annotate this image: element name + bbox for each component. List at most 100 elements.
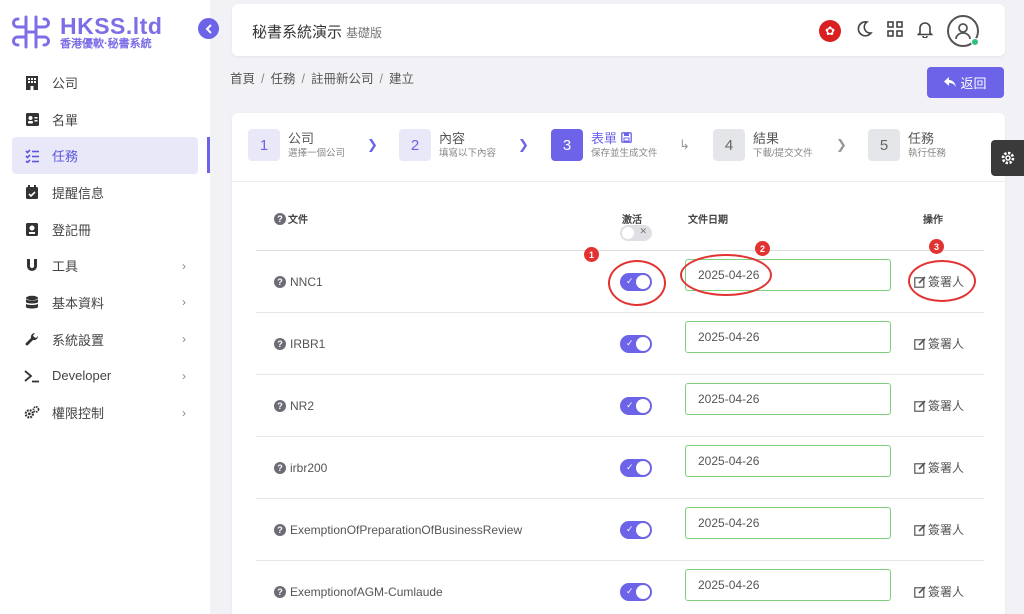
sidebar-item-label: Developer — [52, 368, 112, 384]
step-subtitle: 填寫以下內容 — [439, 147, 497, 159]
file-name: NR2 — [290, 399, 315, 413]
back-button[interactable]: 返回 — [927, 67, 1004, 98]
column-header-operation: 操作 — [923, 215, 943, 226]
column-header-file-label: 文件 — [288, 215, 308, 226]
edit-icon — [914, 461, 926, 474]
stepper: 1 公司 選擇一個公司 ❯ 2 內容 填寫以下內容 ❯ 3 表單 保存並生成文件 ↳… — [248, 129, 988, 165]
sidebar-item-permissions[interactable]: 權限控制 › — [0, 394, 210, 431]
help-icon[interactable]: ? — [274, 586, 286, 598]
help-icon[interactable]: ? — [274, 524, 286, 536]
brand-title: HKSS.ltd — [60, 12, 163, 39]
settings-button[interactable] — [991, 140, 1024, 176]
chevron-right-icon: ❯ — [518, 137, 529, 152]
document-date-input[interactable]: 2025-04-26 — [685, 569, 891, 601]
active-toggle[interactable]: ✓ — [620, 459, 652, 477]
sidebar-item-reminders[interactable]: 提醒信息 — [0, 174, 210, 211]
toggle-all-switch[interactable]: ✕ — [620, 225, 652, 241]
chevron-right-icon: ❯ — [367, 137, 378, 152]
active-toggle[interactable]: ✓ — [620, 397, 652, 415]
sidebar-item-system-settings[interactable]: 系統設置 › — [0, 321, 210, 358]
step-subtitle: 執行任務 — [908, 147, 947, 159]
edit-icon — [914, 585, 926, 598]
signer-button-label: 簽署人 — [928, 461, 965, 475]
chevron-right-icon: › — [182, 332, 186, 347]
hk-flag-icon[interactable]: ✿ — [819, 20, 841, 42]
active-toggle[interactable]: ✓ — [620, 521, 652, 539]
edition-label: 基礎版 — [346, 26, 383, 40]
step-2[interactable]: 2 內容 填寫以下內容 — [399, 129, 496, 161]
step-title: 公司 — [288, 130, 315, 146]
document-date-input[interactable]: 2025-04-26 — [685, 383, 891, 415]
active-toggle[interactable]: ✓ — [620, 335, 652, 353]
step-5[interactable]: 5 任務 執行任務 — [868, 129, 946, 161]
step-number: 1 — [248, 129, 280, 161]
signer-button[interactable]: 簽署人 — [914, 397, 964, 414]
moon-icon[interactable] — [855, 20, 873, 43]
chevron-right-icon: ❯ — [836, 137, 847, 152]
help-icon[interactable]: ? — [274, 276, 286, 288]
signer-button[interactable]: 簽署人 — [914, 335, 964, 352]
breadcrumb-register-company[interactable]: 註冊新公司 — [311, 72, 374, 86]
file-name: ExemptionofAGM-Cumlaude — [290, 585, 443, 599]
signer-button[interactable]: 簽署人 — [914, 583, 964, 600]
step-title: 結果 — [753, 130, 780, 146]
signer-button-label: 簽署人 — [928, 399, 965, 413]
signer-button[interactable]: 簽署人 — [914, 521, 964, 538]
step-title: 內容 — [439, 130, 466, 146]
sidebar-item-label: 提醒信息 — [52, 185, 105, 201]
step-number: 4 — [713, 129, 745, 161]
register-book-icon — [24, 221, 40, 237]
calendar-icon — [24, 184, 40, 200]
document-date-input[interactable]: 2025-04-26 — [685, 507, 891, 539]
user-avatar-icon[interactable] — [947, 15, 979, 47]
breadcrumb-home[interactable]: 首頁 — [230, 72, 255, 86]
step-number: 2 — [399, 129, 431, 161]
step-number: 3 — [551, 129, 583, 161]
brand-logo[interactable]: HKSS.ltd 香港優軟·秘書系統 — [10, 10, 162, 54]
sidebar-item-label: 工具 — [52, 259, 79, 275]
sidebar-item-label: 系統設置 — [52, 332, 105, 348]
help-icon[interactable]: ? — [274, 462, 286, 474]
annotation-circle-2 — [680, 254, 772, 296]
help-icon[interactable]: ? — [274, 338, 286, 350]
sidebar-item-tasks[interactable]: 任務 — [12, 137, 210, 175]
table-row: ? NR2 ✓ 2025-04-26 簽署人 — [256, 375, 984, 437]
document-date-input[interactable]: 2025-04-26 — [685, 321, 891, 353]
edit-icon — [914, 337, 926, 350]
sidebar-item-register[interactable]: 登記冊 — [0, 211, 210, 248]
signer-button[interactable]: 簽署人 — [914, 459, 964, 476]
back-button-label: 返回 — [960, 76, 987, 91]
sidebar-item-developer[interactable]: Developer › — [0, 358, 210, 395]
sidebar-item-company[interactable]: 公司 — [0, 64, 210, 101]
annotation-badge-3: 3 — [929, 239, 944, 254]
sidebar-item-label: 權限控制 — [52, 406, 105, 422]
sidebar-item-tools[interactable]: 工具 › — [0, 247, 210, 284]
app-title: 秘書系統演示 基礎版 — [252, 21, 382, 42]
breadcrumb-tasks[interactable]: 任務 — [271, 72, 296, 86]
brand-subtitle: 香港優軟·秘書系統 — [60, 37, 152, 50]
bell-icon[interactable] — [916, 20, 934, 43]
sidebar-item-label: 公司 — [52, 75, 79, 91]
step-1[interactable]: 1 公司 選擇一個公司 — [248, 129, 345, 161]
step-3[interactable]: 3 表單 保存並生成文件 — [551, 129, 658, 161]
signer-button-label: 簽署人 — [928, 585, 965, 599]
check-icon: ✓ — [626, 524, 634, 534]
help-icon[interactable]: ? — [274, 400, 286, 412]
document-date-input[interactable]: 2025-04-26 — [685, 445, 891, 477]
cogs-icon — [24, 405, 40, 421]
sidebar-item-basic-data[interactable]: 基本資料 › — [0, 284, 210, 321]
sidebar-item-list[interactable]: 名單 — [0, 101, 210, 138]
save-icon — [620, 131, 632, 143]
annotation-circle-1 — [608, 260, 666, 306]
sidebar-collapse-button[interactable] — [198, 18, 219, 39]
step-subtitle: 下載/提交文件 — [753, 147, 813, 159]
active-toggle[interactable]: ✓ — [620, 583, 652, 601]
check-icon: ✓ — [626, 586, 634, 596]
app-title-text: 秘書系統演示 — [252, 24, 343, 41]
step-title: 任務 — [908, 130, 935, 146]
sidebar-item-label: 登記冊 — [52, 222, 92, 238]
grid-icon[interactable] — [887, 20, 903, 42]
magnet-icon — [24, 258, 40, 274]
step-4[interactable]: 4 結果 下載/提交文件 — [713, 129, 813, 161]
signer-button-label: 簽署人 — [928, 337, 965, 351]
